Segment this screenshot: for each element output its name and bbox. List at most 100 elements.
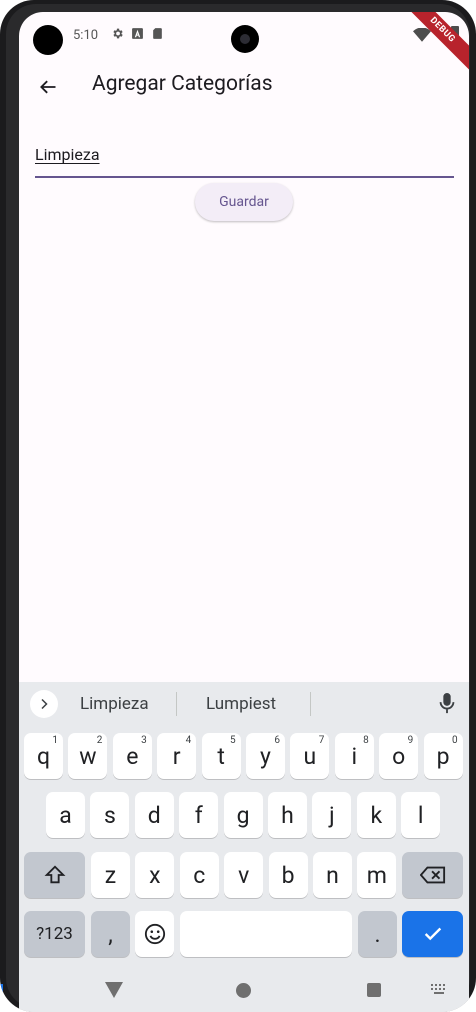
a-icon [132, 28, 143, 39]
nav-home-icon[interactable] [236, 983, 251, 998]
key-s[interactable]: s [90, 792, 130, 838]
wifi-icon [413, 28, 431, 42]
status-bar: 5:10 DEBUG [19, 12, 469, 76]
key-w[interactable]: w2 [68, 733, 108, 779]
key-n[interactable]: n [313, 852, 352, 898]
key-number-hint: 5 [229, 735, 236, 746]
nav-recents-icon[interactable] [367, 983, 381, 997]
page-title: Agregar Categorías [92, 72, 273, 96]
suggestion-divider [310, 692, 311, 716]
key-r[interactable]: r4 [157, 733, 197, 779]
key-b[interactable]: b [268, 852, 308, 898]
front-camera-icon [231, 25, 259, 53]
key-label: z [104, 861, 117, 889]
gear-icon [113, 28, 123, 39]
voice-input-button[interactable] [437, 692, 457, 716]
key-number-hint: 3 [141, 735, 147, 746]
key-d[interactable]: d [134, 792, 174, 838]
done-key[interactable] [402, 911, 463, 957]
back-button[interactable] [33, 72, 63, 102]
key-e[interactable]: e3 [112, 733, 152, 779]
key-label: q [36, 742, 51, 770]
key-p[interactable]: p0 [423, 733, 463, 779]
key-label: , [108, 920, 113, 948]
key-g[interactable]: g [223, 792, 263, 838]
key-label: i [351, 742, 358, 770]
key-o[interactable]: o9 [379, 733, 419, 779]
key-label: l [417, 801, 424, 829]
key-label: ?123 [36, 924, 73, 944]
key-label: x [149, 861, 161, 889]
emoji-key[interactable] [135, 911, 174, 957]
key-label: d [147, 801, 161, 829]
suggestion-2[interactable]: Lumpiest [206, 694, 276, 714]
key-label: y [260, 742, 271, 770]
key-label: f [194, 801, 203, 829]
key-label: . [374, 920, 381, 948]
key-number-hint: 7 [318, 735, 325, 746]
key-label: e [126, 742, 139, 770]
key-number-hint: 6 [274, 735, 280, 746]
screen: 5:10 DEBUG Agregar Categorías Limpieza G… [19, 12, 469, 1012]
key-q[interactable]: q1 [24, 733, 63, 779]
chevron-right-icon [41, 698, 48, 710]
key-c[interactable]: c [179, 852, 219, 898]
suggestion-divider [176, 692, 177, 716]
key-label: w [79, 742, 97, 770]
keyboard-switch-icon[interactable] [431, 984, 447, 996]
category-name-value: Limpieza [35, 145, 100, 164]
key-label: v [238, 861, 250, 889]
key-label: g [236, 801, 250, 829]
key-label: c [193, 861, 206, 889]
key-number-hint: 1 [52, 735, 58, 746]
phone-frame: 5:10 DEBUG Agregar Categorías Limpieza G… [0, 0, 476, 1012]
key-number-hint: 2 [96, 735, 103, 746]
nav-back-icon[interactable] [105, 982, 123, 998]
key-k[interactable]: k [356, 792, 396, 838]
key-number-hint: 8 [363, 735, 369, 746]
key-l[interactable]: l [401, 792, 441, 838]
key-h[interactable]: h [268, 792, 307, 838]
shift-icon [44, 865, 65, 884]
status-time: 5:10 [73, 28, 99, 43]
key-j[interactable]: j [312, 792, 352, 838]
key-z[interactable]: z [91, 852, 130, 898]
key-x[interactable]: x [135, 852, 175, 898]
backspace-key[interactable] [402, 852, 463, 898]
key-label: n [326, 861, 339, 889]
app-bar: Agregar Categorías [19, 58, 469, 114]
suggestion-bar: Limpieza Lumpiest [19, 682, 469, 726]
soft-keyboard: Limpieza Lumpiest q1w2e3r4t5y6u7i8o9p0as… [19, 682, 469, 970]
expand-toolbar-button[interactable] [30, 690, 58, 718]
key-t[interactable]: t5 [201, 733, 241, 779]
key-y[interactable]: y6 [246, 733, 285, 779]
key-number-hint: 4 [185, 735, 192, 746]
key-number-hint: 0 [451, 735, 458, 746]
key-a[interactable]: a [46, 792, 85, 838]
key-label: h [281, 801, 294, 829]
key-label: s [103, 801, 116, 829]
key-label: t [217, 742, 225, 770]
key-label: o [392, 742, 406, 770]
shift-key[interactable] [24, 852, 85, 898]
suggestion-1[interactable]: Limpieza [80, 694, 149, 714]
comma-key[interactable]: , [91, 911, 130, 957]
status-icons [111, 27, 164, 40]
key-label: b [281, 861, 295, 889]
key-label: k [370, 801, 383, 829]
key-m[interactable]: m [357, 852, 397, 898]
key-label: r [172, 742, 181, 770]
key-label: m [366, 861, 387, 889]
category-name-input[interactable]: Limpieza [35, 138, 454, 178]
side-strip [0, 984, 3, 1012]
key-label: a [59, 801, 72, 829]
space-key[interactable] [180, 911, 352, 957]
save-button[interactable]: Guardar [195, 183, 293, 221]
key-f[interactable]: f [179, 792, 219, 838]
period-key[interactable]: . [358, 911, 397, 957]
key-u[interactable]: u7 [290, 733, 330, 779]
key-v[interactable]: v [224, 852, 264, 898]
key-i[interactable]: i8 [334, 733, 374, 779]
symbols-key[interactable]: ?123 [24, 911, 85, 957]
key-label: j [329, 801, 335, 829]
